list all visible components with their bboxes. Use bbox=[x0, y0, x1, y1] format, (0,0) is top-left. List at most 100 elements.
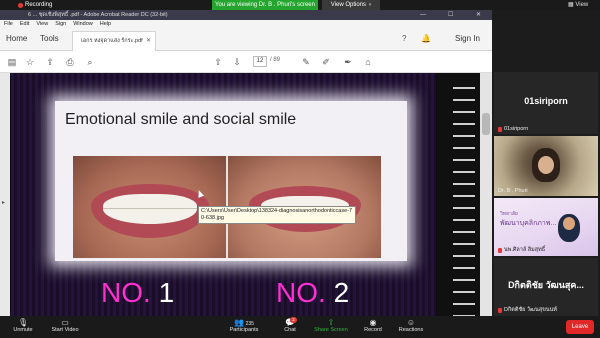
tab-home[interactable]: Home bbox=[6, 34, 27, 43]
tab-document-label: เอกร หงจุดาแสง ร์กระ.pdf bbox=[81, 38, 143, 44]
label-no-1: NO. 1 bbox=[101, 277, 174, 309]
sign-in-button[interactable]: Sign In bbox=[455, 34, 480, 43]
participant-name-label: 01siriporn bbox=[498, 126, 528, 132]
participant-background-text-2: พัฒนาบุคลิกภาพ... bbox=[500, 220, 557, 227]
participants-label: Participants bbox=[229, 327, 259, 333]
page-number-input[interactable]: 12 bbox=[253, 56, 267, 67]
participant-name-large: 01siriporn bbox=[524, 96, 568, 106]
menu-sign[interactable]: Sign bbox=[55, 20, 66, 29]
reactions-button[interactable]: ☺ Reactions bbox=[396, 318, 426, 333]
toolbar: ▤ ☆ ⇪ ⎙ ⌕ ⇧ ⇩ 12 / 89 ✎ ✐ ✒ ⌂ ⇗ bbox=[0, 51, 530, 73]
scrollbar-thumb[interactable] bbox=[482, 113, 490, 135]
chevron-right-icon: ▸ bbox=[2, 200, 6, 206]
muted-mic-icon bbox=[498, 126, 502, 132]
label-no-1-word: NO. bbox=[101, 277, 151, 308]
highlight-icon[interactable]: ✐ bbox=[320, 56, 332, 68]
upload-icon[interactable]: ⇪ bbox=[44, 56, 56, 68]
acrobat-titlebar: 6 ... ชุดเชิงพิสุทธิ์ .pdf - Adobe Acrob… bbox=[0, 10, 492, 20]
participant-name-text: Dr. B . Phuri bbox=[498, 188, 528, 194]
label-no-2-number: 2 bbox=[333, 277, 350, 308]
chat-label: Chat bbox=[284, 327, 296, 333]
participant-name-label: Dกิตติชัย วัฒนสุขนนท์ bbox=[498, 306, 557, 314]
recording-indicator: Recording bbox=[18, 1, 52, 9]
grid-icon: ▦ bbox=[568, 2, 574, 8]
menu-view[interactable]: View bbox=[36, 20, 48, 29]
minimize-icon[interactable]: — bbox=[420, 10, 426, 20]
label-no-2: NO. 2 bbox=[276, 277, 349, 309]
chevron-down-icon: ▾ bbox=[368, 2, 372, 8]
slide-title: Emotional smile and social smile bbox=[65, 111, 297, 128]
teeth-shape bbox=[103, 194, 197, 224]
window-title: 6 ... ชุดเชิงพิสุทธิ์ .pdf - Adobe Acrob… bbox=[28, 12, 168, 18]
screen: Recording You are viewing Dr. B . Phuri'… bbox=[0, 0, 600, 338]
share-screen-button[interactable]: ⇧ Share Screen bbox=[312, 318, 350, 333]
recording-label: Recording bbox=[25, 2, 53, 8]
participant-name-text: นพ.ศิลาล์ ลิมสุทธิ์ bbox=[504, 247, 546, 253]
page-down-icon[interactable]: ⇩ bbox=[231, 56, 243, 68]
close-icon[interactable]: ✕ bbox=[476, 10, 481, 20]
menu-help[interactable]: Help bbox=[100, 20, 111, 29]
left-panel-toggle[interactable]: ▸ bbox=[0, 73, 10, 326]
participant-tile-3[interactable]: วิทยาลัย พัฒนาบุคลิกภาพ... นพ.ศิลาล์ ลิม… bbox=[494, 198, 598, 256]
unmute-label: Unmute bbox=[13, 327, 33, 333]
record-dot-icon bbox=[18, 2, 23, 8]
search-icon[interactable]: ⌕ bbox=[84, 56, 96, 68]
menu-window[interactable]: Window bbox=[73, 20, 93, 29]
label-no-2-word: NO. bbox=[276, 277, 326, 308]
viewing-screen-banner: You are viewing Dr. B . Phuri's screen bbox=[212, 0, 318, 10]
participant-face bbox=[538, 156, 554, 174]
notification-icon[interactable]: 🔔 bbox=[421, 34, 431, 43]
menu-file[interactable]: File bbox=[4, 20, 13, 29]
view-button[interactable]: ▦ View bbox=[568, 0, 588, 10]
print-icon[interactable]: ⎙ bbox=[64, 56, 76, 68]
start-video-label: Start Video bbox=[51, 327, 79, 333]
notebook-spiral bbox=[453, 81, 475, 321]
close-tab-icon[interactable]: ✕ bbox=[146, 32, 151, 50]
teeth-line bbox=[103, 208, 197, 209]
view-options-button[interactable]: View Options ▾ bbox=[322, 0, 380, 10]
participant-face bbox=[563, 217, 575, 230]
share-screen-icon: ⇧ bbox=[327, 318, 335, 327]
maximize-icon[interactable]: ☐ bbox=[448, 10, 453, 20]
save-icon[interactable]: ▤ bbox=[6, 56, 18, 68]
acrobat-window: 6 ... ชุดเชิงพิสุทธิ์ .pdf - Adobe Acrob… bbox=[0, 10, 530, 326]
participants-button[interactable]: 👥 235 Participants bbox=[222, 318, 266, 333]
page-up-icon[interactable]: ⇧ bbox=[212, 56, 224, 68]
participant-name-label: นพ.ศิลาล์ ลิมสุทธิ์ bbox=[498, 246, 545, 254]
fill-sign-icon[interactable]: ⌂ bbox=[362, 56, 374, 68]
help-icon[interactable]: ? bbox=[402, 34, 406, 43]
participant-name-large: Dกิตติชัย วัฒนสุค... bbox=[508, 280, 584, 290]
vertical-scrollbar[interactable] bbox=[480, 73, 492, 326]
smiley-icon: ☺ bbox=[406, 318, 416, 327]
leave-button[interactable]: Leave bbox=[566, 320, 594, 334]
page-total: / 89 bbox=[270, 57, 281, 63]
participant-background-text-1: วิทยาลัย bbox=[500, 211, 518, 217]
participant-name-text: 01siriporn bbox=[504, 126, 529, 132]
participant-name-text: Dกิตติชัย วัฒนสุขนนท์ bbox=[504, 307, 558, 313]
participants-icon: 👥 bbox=[234, 318, 245, 327]
menu-edit[interactable]: Edit bbox=[20, 20, 29, 29]
menu-bar: File Edit View Sign Window Help bbox=[0, 20, 492, 29]
participant-tile-1[interactable]: 01siriporn 01siriporn bbox=[494, 72, 598, 134]
participant-tile-4[interactable]: Dกิตติชัย วัฒนสุค... Dกิตติชัย วัฒนสุขนน… bbox=[494, 258, 598, 316]
sign-icon[interactable]: ✒ bbox=[342, 56, 354, 68]
bookmark-star-icon[interactable]: ☆ bbox=[24, 56, 36, 68]
participant-name-label: Dr. B . Phuri bbox=[498, 188, 528, 194]
tab-tools[interactable]: Tools bbox=[40, 34, 59, 43]
start-video-button[interactable]: ▭ Start Video bbox=[48, 318, 82, 333]
unmute-button[interactable]: 🎙 Unmute bbox=[8, 318, 38, 333]
chat-button[interactable]: 💬 2 Chat bbox=[280, 317, 300, 333]
document-area: ▸ Emotional smile and social smile C:\Us… bbox=[0, 73, 492, 326]
video-off-icon: ▭ bbox=[61, 318, 69, 327]
share-screen-label: Share Screen bbox=[314, 327, 348, 333]
slide-page: Emotional smile and social smile C:\User… bbox=[11, 73, 436, 326]
tab-document[interactable]: เอกร หงจุดาแสง ร์กระ.pdf ✕ bbox=[72, 31, 156, 51]
tab-bar: Home Tools เอกร หงจุดาแสง ร์กระ.pdf ✕ ? … bbox=[0, 29, 492, 51]
image-path-tooltip: C:\Users\User\Desktop\138324-diagnosisan… bbox=[198, 206, 356, 224]
muted-mic-icon bbox=[498, 247, 502, 253]
comment-icon[interactable]: ✎ bbox=[300, 56, 312, 68]
chat-unread-badge: 2 bbox=[290, 317, 297, 323]
view-options-label: View Options bbox=[330, 2, 367, 8]
record-button[interactable]: ◉ Record bbox=[360, 318, 386, 333]
participant-tile-2[interactable]: Dr. B . Phuri bbox=[494, 136, 598, 196]
